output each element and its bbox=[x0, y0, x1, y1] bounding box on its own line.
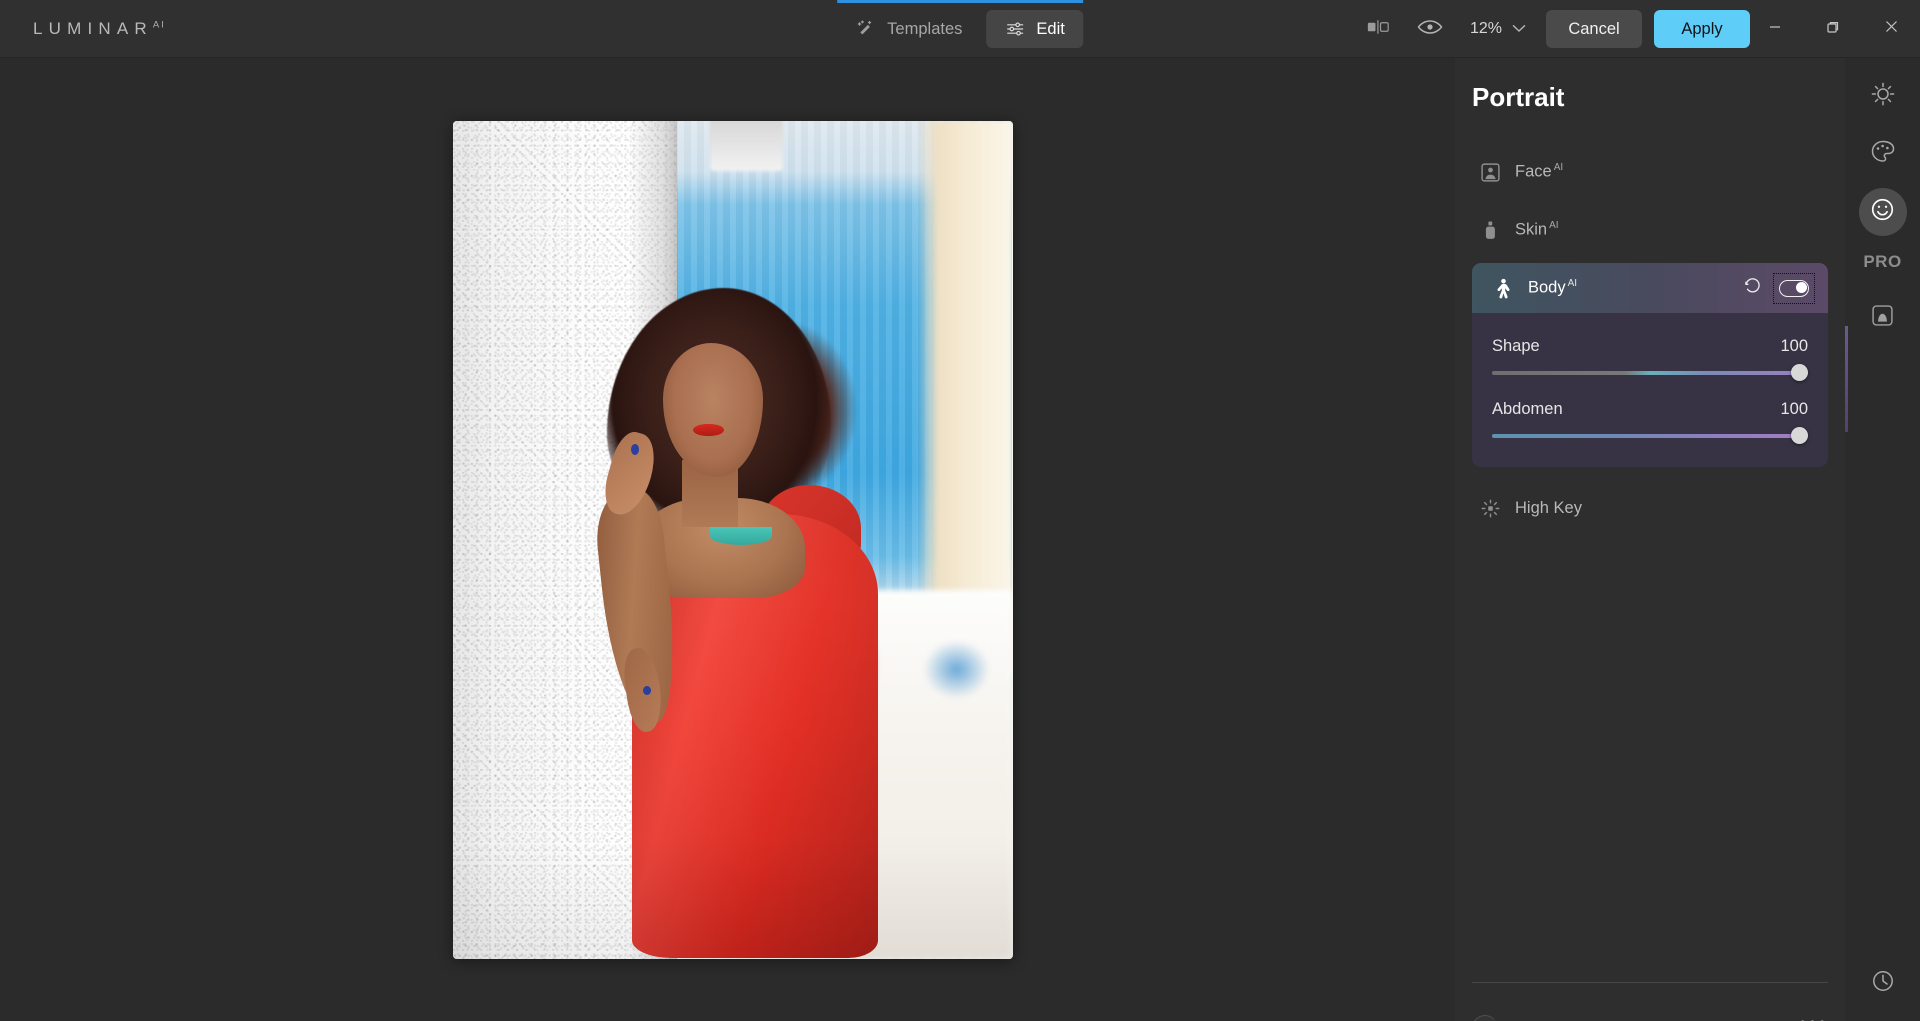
photo-subject-nail-lower bbox=[642, 686, 651, 696]
apply-button[interactable]: Apply bbox=[1654, 10, 1750, 48]
cancel-button[interactable]: Cancel bbox=[1546, 10, 1642, 48]
face-frame-icon bbox=[1479, 161, 1501, 183]
tool-row-high-key[interactable]: High Key bbox=[1455, 479, 1845, 537]
action-buttons: Cancel Apply bbox=[1546, 0, 1750, 58]
tool-label-high-key: High Key bbox=[1515, 498, 1582, 517]
tool-ai-badge-body: AI bbox=[1567, 278, 1578, 290]
template-thumbnail[interactable] bbox=[1472, 1015, 1498, 1021]
photo-background-blue-object bbox=[922, 640, 991, 699]
tab-templates-label: Templates bbox=[887, 19, 963, 38]
slider-label-abdomen: Abdomen bbox=[1492, 400, 1563, 418]
tool-ai-badge-skin: AI bbox=[1549, 220, 1559, 232]
essentials-sun-icon bbox=[1870, 81, 1896, 112]
compare-view-button[interactable] bbox=[1352, 9, 1404, 49]
slider-track-shape[interactable] bbox=[1492, 364, 1808, 382]
rail-item-essentials[interactable] bbox=[1859, 72, 1907, 120]
maximize-icon bbox=[1826, 20, 1840, 39]
top-toolbar: LUMINARAI Templates Edit 12% Cancel Appl… bbox=[0, 0, 1920, 58]
body-header-actions bbox=[1738, 272, 1815, 304]
tab-templates[interactable]: Templates bbox=[837, 10, 980, 48]
body-toggle-focus-ring bbox=[1773, 272, 1815, 304]
slider-thumb-shape[interactable] bbox=[1791, 364, 1808, 381]
skin-bottle-icon bbox=[1479, 219, 1501, 241]
preview-eye-icon bbox=[1417, 18, 1443, 41]
compare-view-icon bbox=[1367, 18, 1389, 41]
slider-thumb-abdomen[interactable] bbox=[1791, 427, 1808, 444]
portrait-tool-list: Face AI Skin AI Body AI Shape 100 Abdome… bbox=[1455, 143, 1845, 537]
brand-ai-superscript: AI bbox=[152, 18, 166, 30]
zoom-level-value: 12% bbox=[1469, 20, 1502, 37]
history-clock-icon bbox=[1870, 968, 1896, 999]
reset-body-button[interactable] bbox=[1738, 273, 1768, 303]
tool-label-skin: Skin AI bbox=[1515, 220, 1559, 239]
chevron-down-icon bbox=[1512, 20, 1526, 38]
right-rail: PRO bbox=[1845, 58, 1920, 1021]
tab-edit-label: Edit bbox=[1036, 19, 1065, 38]
high-key-sun-icon bbox=[1479, 497, 1501, 519]
preview-eye-button[interactable] bbox=[1404, 9, 1456, 49]
rail-item-portrait[interactable] bbox=[1858, 188, 1907, 236]
body-sliders: Shape 100 Abdomen 100 bbox=[1472, 313, 1828, 467]
portrait-smiley-icon bbox=[1869, 196, 1896, 228]
window-controls bbox=[1746, 0, 1920, 58]
mode-tabs: Templates Edit bbox=[837, 0, 1083, 58]
rail-item-pro[interactable]: PRO bbox=[1863, 252, 1901, 272]
luminar-ai-window: LUMINARAI Templates Edit 12% Cancel Appl… bbox=[0, 0, 1920, 1021]
brand-text: LUMINAR bbox=[33, 18, 153, 38]
portrait-panel: Portrait Face AI Skin AI Body AI Shape 1… bbox=[1455, 58, 1845, 1021]
slider-value-shape: 100 bbox=[1780, 337, 1808, 355]
template-bar: Template name (edited) ••• bbox=[1455, 998, 1845, 1021]
sliders-icon bbox=[1004, 18, 1026, 40]
tab-edit-accent bbox=[837, 0, 1083, 3]
close-icon bbox=[1884, 19, 1899, 39]
tool-card-body: Body AI Shape 100 Abdomen 100 bbox=[1472, 263, 1828, 467]
creative-palette-icon bbox=[1870, 139, 1896, 170]
slider-label-shape: Shape bbox=[1492, 337, 1540, 355]
slider-fill-shape bbox=[1492, 371, 1808, 375]
tool-label-face: Face AI bbox=[1515, 162, 1564, 181]
photo-bottom-shade bbox=[452, 841, 1013, 959]
photo-subject-lips bbox=[693, 423, 724, 437]
close-button[interactable] bbox=[1862, 0, 1920, 58]
rail-item-history[interactable] bbox=[1859, 959, 1907, 1007]
slider-track-abdomen[interactable] bbox=[1492, 427, 1808, 445]
undo-reset-icon bbox=[1743, 276, 1763, 301]
slider-header-shape: Shape 100 bbox=[1492, 337, 1808, 356]
tab-edit[interactable]: Edit bbox=[837, 0, 1083, 48]
tool-row-face[interactable]: Face AI bbox=[1455, 143, 1845, 201]
rail-active-accent bbox=[1845, 326, 1848, 432]
body-person-icon bbox=[1492, 277, 1514, 299]
slider-fill-abdomen bbox=[1492, 434, 1808, 438]
page-title: Portrait bbox=[1472, 82, 1565, 112]
minimize-button[interactable] bbox=[1746, 0, 1804, 58]
body-enable-toggle[interactable] bbox=[1779, 279, 1809, 297]
slider-row-abdomen: Abdomen 100 bbox=[1492, 400, 1808, 445]
photo-background-lamp bbox=[710, 120, 783, 171]
photo-subject-nail-upper bbox=[630, 443, 639, 455]
slider-value-abdomen: 100 bbox=[1780, 400, 1808, 418]
magic-wand-icon bbox=[855, 18, 877, 40]
slider-row-shape: Shape 100 bbox=[1492, 337, 1808, 382]
edited-photo[interactable] bbox=[452, 120, 1013, 959]
rail-item-professional[interactable] bbox=[1859, 294, 1907, 342]
professional-arch-icon bbox=[1870, 303, 1895, 333]
panel-divider bbox=[1472, 982, 1828, 983]
app-logo: LUMINARAI bbox=[33, 19, 166, 39]
tool-ai-badge-face: AI bbox=[1553, 162, 1564, 174]
tool-label-body: Body AI bbox=[1528, 278, 1578, 297]
rail-item-creative[interactable] bbox=[1859, 130, 1907, 178]
zoom-level-selector[interactable]: 12% bbox=[1456, 9, 1538, 49]
toggle-knob bbox=[1795, 281, 1807, 293]
minimize-icon bbox=[1768, 20, 1782, 39]
tool-row-skin[interactable]: Skin AI bbox=[1455, 201, 1845, 259]
tool-row-body[interactable]: Body AI bbox=[1472, 263, 1828, 313]
maximize-button[interactable] bbox=[1804, 0, 1862, 58]
canvas-area[interactable] bbox=[0, 58, 1465, 1021]
slider-header-abdomen: Abdomen 100 bbox=[1492, 400, 1808, 419]
